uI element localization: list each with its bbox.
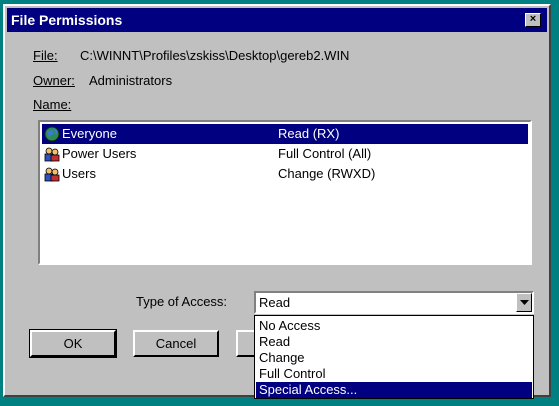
title-bar: File Permissions × bbox=[7, 8, 547, 32]
principal-name: Power Users bbox=[62, 146, 137, 161]
group-icon bbox=[44, 166, 60, 182]
close-icon: × bbox=[529, 13, 537, 25]
type-of-access-label: Type of Access: bbox=[136, 294, 228, 309]
ok-button[interactable]: OK bbox=[29, 329, 117, 358]
permissions-list[interactable]: Everyone Read (RX) Power Users Full Cont… bbox=[38, 120, 532, 265]
window-title: File Permissions bbox=[11, 12, 123, 28]
owner-label-text: Owner: bbox=[33, 73, 75, 88]
list-item[interactable]: Users Change (RWXD) bbox=[42, 164, 528, 184]
file-path: C:\WINNT\Profiles\zskiss\Desktop\gereb2.… bbox=[80, 48, 350, 63]
partial-button[interactable] bbox=[236, 330, 256, 357]
type-of-access-dropdown: No Access Read Change Full Control Speci… bbox=[254, 315, 534, 399]
type-of-access-select[interactable]: Read bbox=[254, 291, 534, 314]
globe-icon bbox=[44, 126, 60, 142]
chevron-down-icon bbox=[520, 300, 529, 305]
option-special-access[interactable]: Special Access... bbox=[256, 382, 532, 398]
list-item[interactable]: Power Users Full Control (All) bbox=[42, 144, 528, 164]
option-change[interactable]: Change bbox=[256, 350, 532, 366]
principal-access: Full Control (All) bbox=[278, 146, 372, 161]
name-label: Name: bbox=[33, 97, 71, 112]
type-of-access-value: Read bbox=[259, 295, 291, 310]
principal-access: Change (RWXD) bbox=[278, 166, 376, 181]
group-icon bbox=[44, 146, 60, 162]
name-label-text: Name: bbox=[33, 97, 72, 112]
principal-name: Users bbox=[62, 166, 96, 181]
principal-access: Read (RX) bbox=[278, 126, 340, 141]
file-permissions-dialog: File Permissions × File: C:\WINNT\Profil… bbox=[3, 4, 551, 399]
file-label: File: bbox=[33, 48, 58, 63]
list-item[interactable]: Everyone Read (RX) bbox=[42, 124, 528, 144]
owner-label: Owner: bbox=[33, 73, 75, 88]
owner-value: Administrators bbox=[89, 73, 173, 88]
cancel-button[interactable]: Cancel bbox=[133, 330, 219, 357]
dropdown-button[interactable] bbox=[516, 293, 532, 312]
principal-name: Everyone bbox=[62, 126, 117, 141]
option-full-control[interactable]: Full Control bbox=[256, 366, 532, 382]
close-button[interactable]: × bbox=[525, 13, 541, 27]
file-label-text: File: bbox=[33, 48, 58, 63]
option-read[interactable]: Read bbox=[256, 334, 532, 350]
option-no-access[interactable]: No Access bbox=[256, 318, 532, 334]
